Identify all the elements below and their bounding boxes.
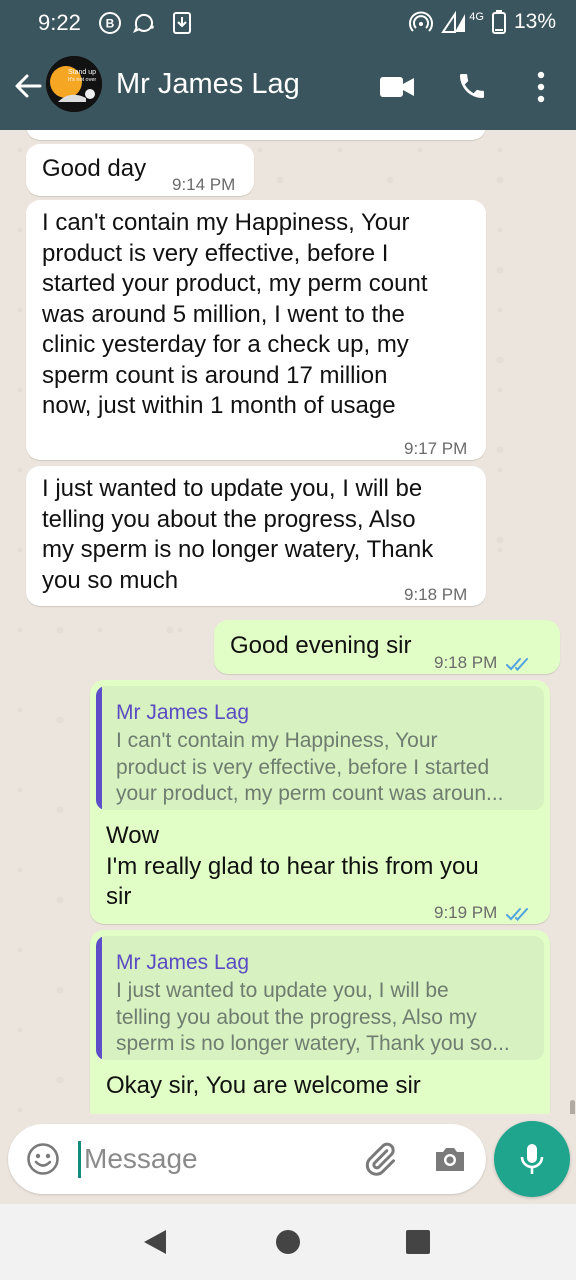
quote-author: Mr James Lag [116, 951, 250, 974]
message-time: 9:19 PM [434, 903, 498, 922]
download-icon [173, 12, 191, 34]
message-composer [8, 1124, 486, 1194]
message-bubble[interactable]: I just wanted to update you, I will be t… [26, 466, 486, 606]
more-options-icon[interactable] [531, 70, 551, 104]
voice-call-icon[interactable] [456, 70, 488, 102]
attachment-icon[interactable] [362, 1141, 398, 1177]
message-text: Good evening sir [230, 632, 412, 659]
message-meta: 9:18 PM [434, 648, 534, 679]
b-badge-icon: B [99, 12, 121, 34]
network-type: 4G [469, 11, 484, 23]
message-bubble[interactable]: Good day 9:14 PM [26, 144, 254, 196]
message-bubble-outgoing[interactable]: Good evening sir 9:18 PM [214, 620, 560, 674]
text-caret [78, 1141, 81, 1178]
message-meta: 9:19 PM [434, 898, 534, 929]
microphone-icon [520, 1144, 544, 1174]
emoji-icon[interactable] [26, 1142, 60, 1176]
battery-percent: 13% [513, 10, 556, 33]
message-input[interactable] [84, 1138, 344, 1180]
message-time: 9:14 PM [172, 175, 236, 194]
read-receipt-icon [506, 907, 529, 921]
status-time: 9:22 [38, 10, 81, 35]
chat-notification-icon [133, 14, 154, 33]
message-time: 9:18 PM [434, 653, 498, 672]
system-navigation-bar [0, 1204, 576, 1280]
nav-back-icon[interactable] [142, 1228, 168, 1256]
battery-icon [491, 10, 506, 34]
quoted-message[interactable]: Mr James Lag I just wanted to update you… [96, 936, 544, 1060]
quote-text: I can't contain my Happiness, Your produ… [116, 729, 504, 805]
message-bubble-partial [26, 130, 486, 140]
back-arrow-icon[interactable] [12, 70, 44, 102]
chat-area[interactable]: Good day 9:14 PM I can't contain my Happ… [0, 130, 576, 1114]
message-text: Good day [42, 155, 147, 182]
message-time: 9:18 PM [404, 585, 468, 604]
message-text: I just wanted to update you, I will be t… [42, 475, 434, 594]
quote-accent-bar [96, 936, 102, 1060]
message-bubble-reply[interactable]: Mr James Lag I just wanted to update you… [90, 930, 550, 1114]
avatar-text-line-1: Stand up [68, 69, 96, 76]
message-bubble[interactable]: I can't contain my Happiness, Your produ… [26, 200, 486, 460]
contact-avatar[interactable]: Stand up It's not over [46, 56, 102, 112]
video-call-icon[interactable] [379, 73, 415, 101]
avatar-image: Stand up It's not over [46, 56, 102, 112]
status-right: 4G 13% [409, 10, 556, 34]
status-bar: 9:22 B 4G 13% [0, 0, 576, 46]
scrollbar-thumb[interactable] [570, 1100, 575, 1114]
read-receipt-icon [506, 657, 529, 671]
nav-recents-icon[interactable] [406, 1230, 430, 1254]
quoted-message[interactable]: Mr James Lag I can't contain my Happines… [96, 686, 544, 810]
svg-text:B: B [106, 17, 115, 31]
nav-home-icon[interactable] [276, 1230, 300, 1254]
contact-name[interactable]: Mr James Lag [116, 68, 300, 101]
avatar-text-line-2: It's not over [68, 77, 96, 83]
message-bubble-reply[interactable]: Mr James Lag I can't contain my Happines… [90, 680, 550, 924]
voice-message-button[interactable] [494, 1121, 570, 1197]
quote-text: I just wanted to update you, I will be t… [116, 979, 510, 1055]
message-text: Okay sir, You are welcome sir [106, 1072, 421, 1099]
message-text: I can't contain my Happiness, Your produ… [42, 209, 428, 419]
chat-header: Stand up It's not over Mr James Lag [0, 46, 576, 130]
signal-icon [441, 10, 466, 33]
message-text: Wow I'm really glad to hear this from yo… [106, 822, 479, 910]
quote-accent-bar [96, 686, 102, 810]
quote-author: Mr James Lag [116, 701, 250, 724]
hotspot-icon [409, 11, 434, 32]
camera-icon[interactable] [432, 1141, 468, 1177]
message-time: 9:17 PM [404, 439, 468, 458]
